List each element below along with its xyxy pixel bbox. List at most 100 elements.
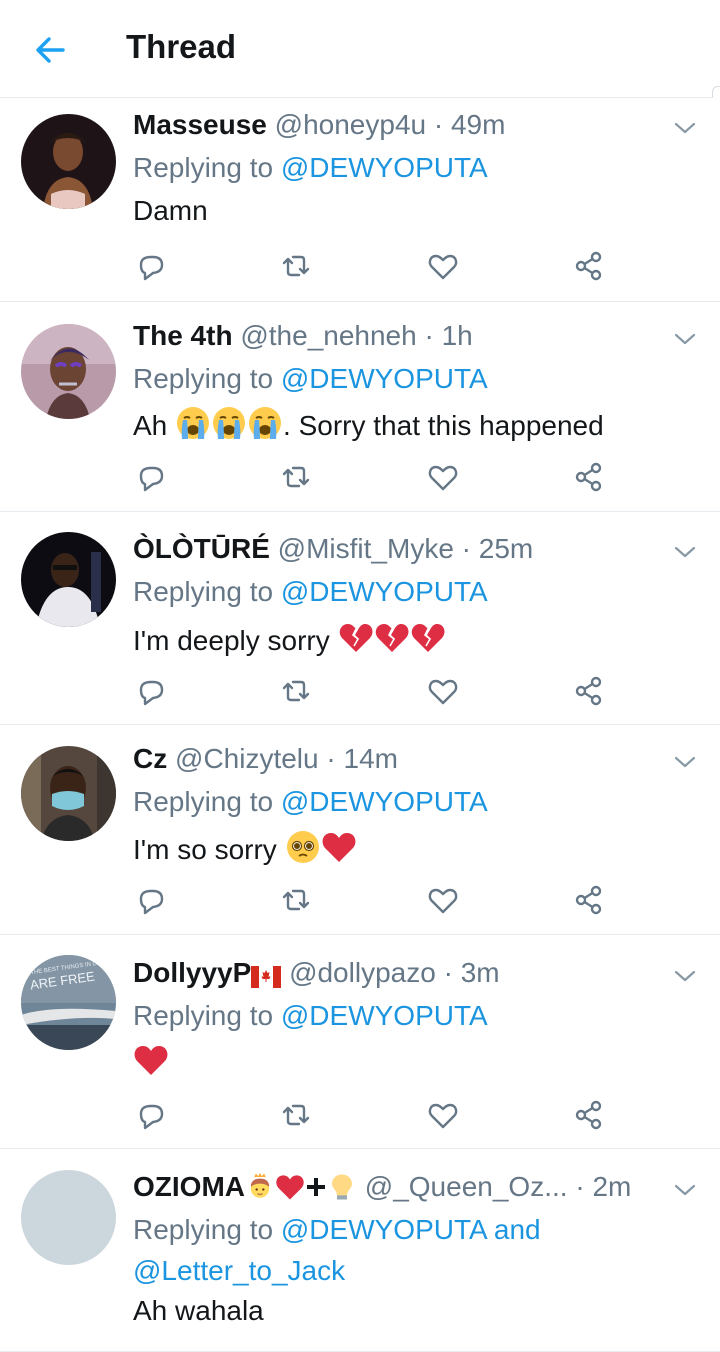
- tweet-reply[interactable]: ÒLÒTŪRÉ @Misfit_Myke · 25m Replying to @…: [0, 512, 720, 725]
- timestamp: 2m: [592, 1171, 632, 1202]
- display-name[interactable]: DollyyyP: [133, 957, 251, 988]
- share-button[interactable]: [571, 673, 607, 709]
- pleading-face-emoji: [285, 831, 321, 865]
- retweet-button[interactable]: [278, 1097, 314, 1133]
- mention-link[interactable]: @DEWYOPUTA: [281, 1000, 488, 1031]
- user-handle[interactable]: @_Queen_Oz...: [365, 1171, 568, 1202]
- replying-to: Replying to @DEWYOPUTA: [133, 995, 680, 1036]
- arrow-left-icon: [36, 37, 65, 63]
- mention-link[interactable]: @DEWYOPUTA: [281, 576, 488, 607]
- display-name[interactable]: ÒLÒTŪRÉ: [133, 533, 270, 564]
- separator-dot: ·: [461, 533, 471, 564]
- replying-to-label: Replying to: [133, 152, 274, 183]
- display-name[interactable]: OZIOMA: [133, 1171, 245, 1202]
- display-name[interactable]: The 4th: [133, 320, 233, 351]
- tweet-header: ÒLÒTŪRÉ @Misfit_Myke · 25m: [133, 532, 660, 566]
- tweet-text: [133, 1042, 680, 1080]
- reply-button[interactable]: [133, 459, 169, 495]
- replying-to-label: Replying to: [133, 1000, 274, 1031]
- reply-icon: [133, 466, 169, 499]
- share-button[interactable]: [571, 882, 607, 918]
- reply-icon: [133, 680, 169, 713]
- chevron-down-icon[interactable]: [672, 542, 698, 562]
- reply-icon: [133, 889, 169, 922]
- share-icon: [571, 1100, 607, 1137]
- timestamp: 3m: [460, 957, 500, 988]
- replying-to-label: Replying to: [133, 576, 274, 607]
- display-name[interactable]: Cz: [133, 743, 167, 774]
- timestamp: 1h: [441, 320, 473, 351]
- avatar[interactable]: [21, 746, 116, 841]
- retweet-button[interactable]: [278, 459, 314, 495]
- mention-link[interactable]: @Letter_to_Jack: [133, 1255, 345, 1286]
- separator-dot: ·: [443, 957, 453, 988]
- red-heart-emoji: [133, 1046, 169, 1078]
- mention-link[interactable]: @DEWYOPUTA: [281, 152, 488, 183]
- mention-link[interactable]: @DEWYOPUTA: [281, 363, 488, 394]
- replying-to: Replying to @DEWYOPUTA: [133, 781, 680, 822]
- broken-heart-emoji: [338, 624, 374, 656]
- share-icon: [571, 885, 607, 922]
- replying-to: Replying to @DEWYOPUTA: [133, 358, 680, 399]
- like-button[interactable]: [425, 248, 461, 284]
- like-button[interactable]: [425, 459, 461, 495]
- retweet-button[interactable]: [278, 882, 314, 918]
- retweet-button[interactable]: [278, 248, 314, 284]
- user-handle[interactable]: @dollypazo: [289, 957, 436, 988]
- reply-button[interactable]: [133, 882, 169, 918]
- like-icon: [425, 465, 461, 499]
- timestamp: 14m: [343, 743, 398, 774]
- tweet-text: Damn: [133, 194, 680, 228]
- tweet-text-main: I'm deeply sorry: [133, 625, 330, 656]
- share-button[interactable]: [571, 1097, 607, 1133]
- share-icon: [571, 251, 607, 288]
- timestamp: 49m: [450, 109, 506, 140]
- tweet-actions: [133, 459, 613, 495]
- tweet-header: DollyyyP @dollypazo · 3m: [133, 956, 660, 990]
- like-icon: [425, 254, 461, 288]
- retweet-button[interactable]: [278, 673, 314, 709]
- user-handle[interactable]: @the_nehneh: [240, 320, 416, 351]
- avatar[interactable]: THE BEST THINGS IN LIFE ARE FREE: [21, 955, 116, 1050]
- mention-link[interactable]: @DEWYOPUTA and: [281, 1214, 541, 1245]
- user-handle[interactable]: @Chizytelu: [175, 743, 319, 774]
- like-icon: [425, 679, 461, 713]
- reply-button[interactable]: [133, 1097, 169, 1133]
- tweet-reply[interactable]: THE BEST THINGS IN LIFE ARE FREE Dollyyy…: [0, 935, 720, 1149]
- replying-to-label: Replying to: [133, 786, 274, 817]
- broken-heart-emoji: [374, 624, 410, 656]
- like-button[interactable]: [425, 673, 461, 709]
- tweet-reply[interactable]: Cz @Chizytelu · 14m Replying to @DEWYOPU…: [0, 725, 720, 935]
- share-button[interactable]: [571, 248, 607, 284]
- reply-button[interactable]: [133, 248, 169, 284]
- avatar[interactable]: [21, 114, 116, 209]
- chevron-down-icon[interactable]: [672, 329, 698, 349]
- tweet-reply[interactable]: OZIOMA @_Queen_Oz... · 2m Replying to @D…: [0, 1149, 720, 1352]
- back-button[interactable]: [30, 30, 70, 70]
- chevron-down-icon[interactable]: [672, 1180, 698, 1200]
- share-icon: [571, 462, 607, 499]
- canada-flag-emoji: [251, 957, 282, 988]
- tweet-reply[interactable]: The 4th @the_nehneh · 1h Replying to @DE…: [0, 302, 720, 512]
- chevron-down-icon[interactable]: [672, 966, 698, 986]
- like-button[interactable]: [425, 1097, 461, 1133]
- share-button[interactable]: [571, 459, 607, 495]
- avatar[interactable]: [21, 324, 116, 419]
- tweet-actions: [133, 673, 613, 709]
- display-name[interactable]: Masseuse: [133, 109, 267, 140]
- avatar[interactable]: [21, 1170, 116, 1265]
- reply-button[interactable]: [133, 673, 169, 709]
- like-button[interactable]: [425, 882, 461, 918]
- tweet-reply[interactable]: Masseuse @honeyp4u · 49m Replying to @DE…: [0, 98, 720, 302]
- avatar[interactable]: [21, 532, 116, 627]
- chevron-down-icon[interactable]: [672, 752, 698, 772]
- like-icon: [425, 1103, 461, 1137]
- chevron-down-icon[interactable]: [672, 118, 698, 138]
- tweet-header: OZIOMA @_Queen_Oz... · 2m: [133, 1170, 660, 1204]
- loudly-crying-face-emoji: [211, 407, 247, 441]
- replying-to: Replying to @DEWYOPUTA: [133, 147, 680, 188]
- tweet-actions: [133, 248, 613, 284]
- user-handle[interactable]: @Misfit_Myke: [278, 533, 454, 564]
- user-handle[interactable]: @honeyp4u: [275, 109, 426, 140]
- mention-link[interactable]: @DEWYOPUTA: [281, 786, 488, 817]
